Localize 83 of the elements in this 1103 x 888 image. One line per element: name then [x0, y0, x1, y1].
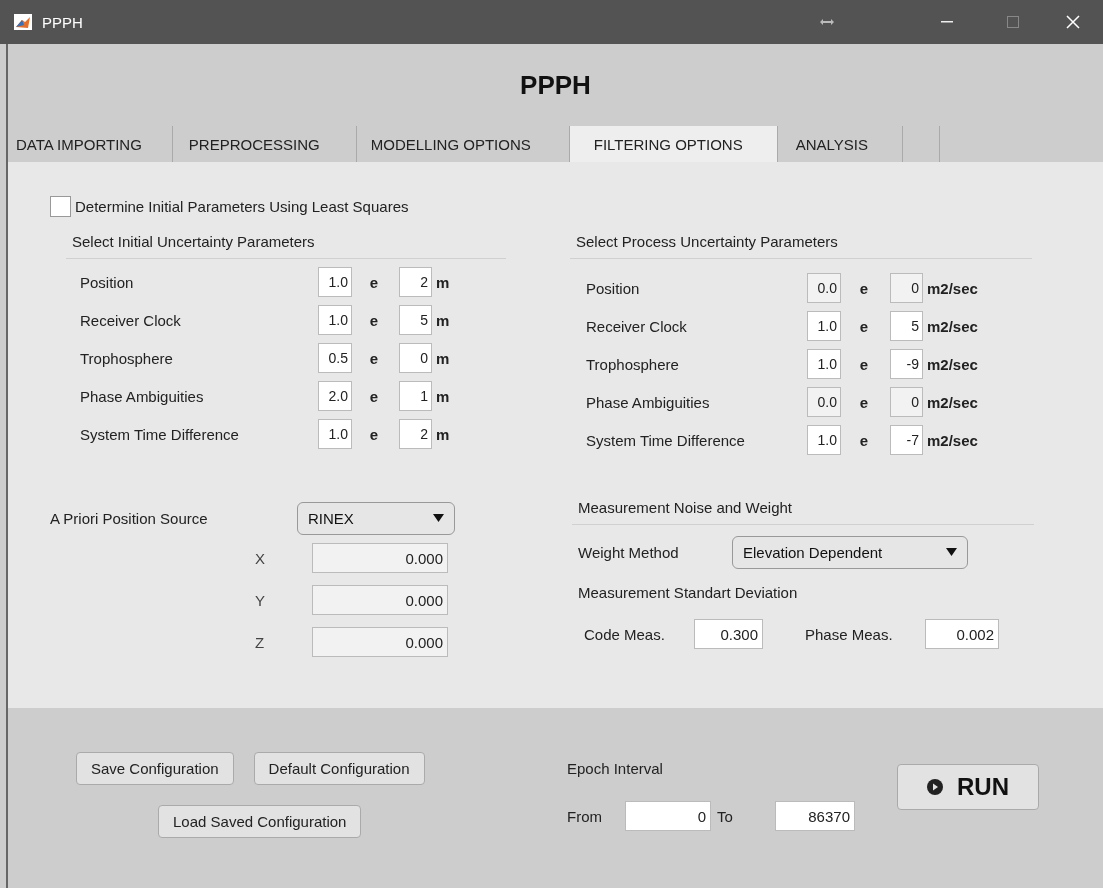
unit-label: m [435, 349, 451, 367]
parameter-label: System Time Difference [80, 425, 240, 443]
exponent-field[interactable]: -9 [890, 349, 923, 379]
caret-icon [433, 514, 444, 522]
mantissa-field[interactable]: 1.0 [318, 267, 352, 297]
exponent-separator: e [858, 279, 870, 297]
field-label: Measurement Standart Deviation [578, 583, 799, 601]
field-label: Code Meas. [584, 625, 666, 643]
unit-label: m2/sec [926, 355, 979, 373]
unit-label: m [435, 425, 451, 443]
field-label: Weight Method [578, 543, 680, 561]
exponent-field[interactable]: 1 [399, 381, 432, 411]
axis-label: Z [255, 633, 266, 651]
exponent-separator: e [368, 311, 380, 329]
caret-icon [946, 548, 957, 556]
section-title: Select Initial Uncertainty Parameters [71, 233, 316, 250]
parameter-label: Receiver Clock [80, 311, 182, 329]
minimize-icon[interactable] [941, 21, 953, 23]
exponent-separator: e [858, 431, 870, 449]
mantissa-field[interactable]: 1.0 [318, 305, 352, 335]
unit-label: m [435, 387, 451, 405]
exponent-field[interactable]: 5 [890, 311, 923, 341]
exponent-field[interactable]: 2 [399, 267, 432, 297]
parameter-label: Trophosphere [586, 355, 680, 373]
parameter-label: Receiver Clock [586, 317, 688, 335]
section-title: Measurement Noise and Weight [577, 499, 793, 516]
checkbox-label: Determine Initial Parameters Using Least Squares [75, 198, 409, 215]
parameter-label: Phase Ambiguities [586, 393, 711, 411]
to-field[interactable]: 86370 [775, 801, 855, 831]
exponent-field[interactable]: 2 [399, 419, 432, 449]
unit-label: m2/sec [926, 317, 979, 335]
mantissa-field[interactable]: 1.0 [807, 349, 841, 379]
load-configuration-button[interactable]: Load Saved Configuration [158, 805, 362, 838]
default-configuration-button[interactable]: Default Configuration [253, 752, 425, 785]
play-icon [927, 779, 943, 795]
exponent-separator: e [858, 393, 870, 411]
axis-label: X [255, 549, 266, 567]
exponent-separator: e [858, 317, 870, 335]
window-title: PPPH [42, 13, 83, 31]
phase-meas-field[interactable]: 0.002 [925, 619, 999, 649]
mantissa-field[interactable]: 1.0 [318, 419, 352, 449]
field-label: From [567, 807, 603, 825]
mantissa-field[interactable]: 0.5 [318, 343, 352, 373]
exponent-separator: e [368, 425, 380, 443]
app-header: PPPH [519, 68, 592, 102]
exponent-field[interactable]: 0 [399, 343, 432, 373]
exponent-separator: e [858, 355, 870, 373]
code-meas-field[interactable]: 0.300 [694, 619, 763, 649]
axis-label: Y [255, 591, 266, 609]
exponent-separator: e [368, 273, 380, 291]
section-title: Select Process Uncertainty Parameters [575, 233, 839, 250]
exponent-field[interactable]: -7 [890, 425, 923, 455]
parameter-label: Trophosphere [80, 349, 174, 367]
unit-label: m [435, 311, 451, 329]
maximize-icon[interactable] [1007, 16, 1019, 28]
weight-method-dropdown[interactable]: Elevation Dependent [732, 535, 968, 569]
mantissa-field[interactable]: 1.0 [807, 425, 841, 455]
parameter-label: Phase Ambiguities [80, 387, 205, 405]
field-label: Phase Meas. [805, 625, 894, 643]
section-title: Epoch Interval [567, 760, 664, 777]
mantissa-field[interactable]: 2.0 [318, 381, 352, 411]
unit-label: m [435, 273, 451, 291]
exponent-separator: e [368, 387, 380, 405]
field-label: A Priori Position Source [50, 509, 209, 527]
resize-icon[interactable] [820, 18, 834, 26]
run-button[interactable]: RUN [897, 764, 1039, 810]
from-field[interactable]: 0 [625, 801, 711, 831]
parameter-label: System Time Difference [586, 431, 746, 449]
field-label: To [717, 807, 734, 825]
exponent-field[interactable]: 5 [399, 305, 432, 335]
unit-label: m2/sec [926, 279, 979, 297]
tab[interactable]: FILTERING OPTIONS [569, 126, 778, 162]
exponent-separator: e [368, 349, 380, 367]
checkbox[interactable] [50, 196, 71, 217]
parameter-label: Position [586, 279, 641, 297]
parameter-label: Position [80, 273, 135, 291]
close-icon[interactable] [1066, 15, 1080, 29]
source-dropdown[interactable]: RINEX [297, 501, 455, 535]
unit-label: m2/sec [926, 393, 979, 411]
mantissa-field[interactable]: 1.0 [807, 311, 841, 341]
unit-label: m2/sec [926, 431, 979, 449]
save-configuration-button[interactable]: Save Configuration [76, 752, 234, 785]
app-logo-icon [14, 14, 32, 30]
